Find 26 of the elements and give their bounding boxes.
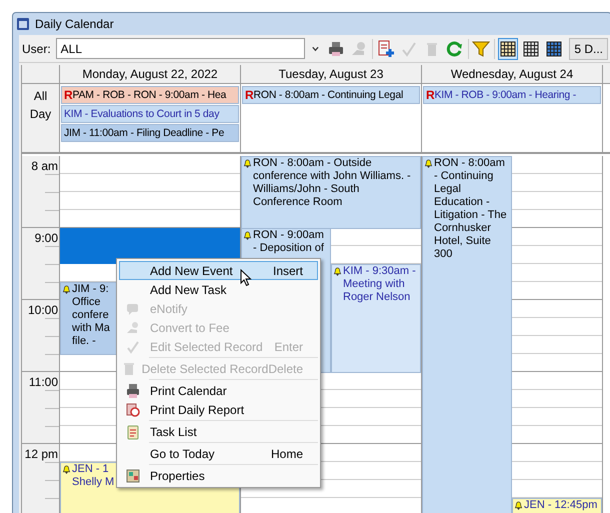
recurring-mark: R xyxy=(245,87,254,103)
time-label: 10:00 xyxy=(28,302,58,319)
event-text: JIM - 9: Office confere with Ma file. - xyxy=(71,283,110,348)
event-text: JEN - 12:45pm xyxy=(523,499,598,512)
day-header: Tuesday, August 23 xyxy=(241,65,422,83)
event-text: RON - 8:00am - Continuing Legal Education - Litigation - The Cornhusker Hotel, Suite 300 xyxy=(433,157,508,261)
event-title: JIM - 11:00am - Filing Deadline - Pe xyxy=(64,126,224,141)
event-title: KIM - Evaluations to Court in 5 day xyxy=(64,107,220,122)
user-label: User: xyxy=(22,40,51,58)
window-title: Daily Calendar xyxy=(35,16,114,33)
time-label: 9:00 xyxy=(34,230,58,247)
time-label: 11:00 xyxy=(28,374,58,391)
time-label: 12 pm xyxy=(24,446,58,463)
recurring-mark: R xyxy=(426,87,434,103)
event-text: RON - 8:00am - Outside conference with John Williams. - Williams/John - South Conference Room xyxy=(252,157,412,209)
event-text: JEN - 1 Shelly M xyxy=(71,463,114,489)
recurring-mark: R xyxy=(64,87,72,103)
event-title: RON - 8:00am - Continuing Legal xyxy=(253,88,404,103)
all-day-label: All Day xyxy=(28,88,52,123)
event-title: KIM - ROB - 9:00am - Hearing - xyxy=(434,88,578,103)
event-text: RON - 9:00am - Deposition of xyxy=(252,229,324,255)
day-header: Wednesday, August 24 xyxy=(422,65,603,83)
event-title: PAM - ROB - RON - 9:00am - Hea xyxy=(72,88,226,103)
time-label: 8 am xyxy=(31,158,58,175)
day-header: Monday, August 22, 2022 xyxy=(60,65,241,83)
event-text: KIM - 9:30am - Meeting with Roger Nelson xyxy=(342,265,417,304)
